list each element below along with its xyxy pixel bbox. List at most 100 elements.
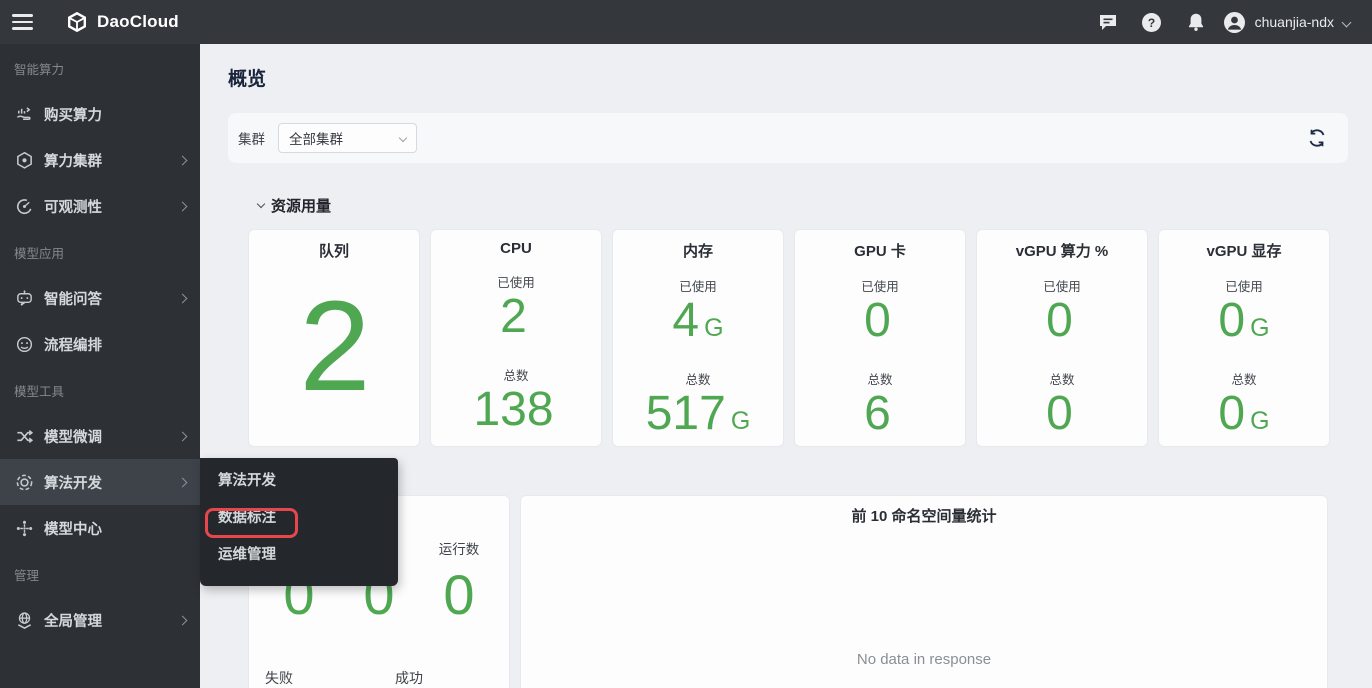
- user-menu[interactable]: chuanjia-ndx: [1223, 11, 1350, 34]
- used-label: 已使用: [795, 276, 965, 295]
- sidebar-item-label: 算力集群: [44, 150, 102, 171]
- total-value: 138: [431, 386, 601, 434]
- sidebar-section-model-apps: 模型应用: [0, 229, 200, 275]
- total-value: 6: [795, 390, 965, 438]
- used-value: 4G: [613, 297, 783, 345]
- svg-text:?: ?: [1148, 16, 1155, 30]
- total-label: 总数: [795, 369, 965, 388]
- daocloud-logo-icon: [66, 11, 88, 33]
- used-value: 2: [431, 293, 601, 341]
- submenu-item-ops-management[interactable]: 运维管理: [200, 535, 398, 572]
- smart-qa-icon: [15, 289, 34, 308]
- total-label: 总数: [1159, 369, 1329, 388]
- chevron-right-icon: [178, 477, 188, 487]
- sidebar-item-buy-compute[interactable]: 购买算力: [0, 91, 200, 137]
- menu-toggle-icon[interactable]: [12, 6, 44, 38]
- chevron-right-icon: [178, 431, 188, 441]
- cluster-select[interactable]: 全部集群: [278, 123, 417, 153]
- total-value: 517G: [613, 390, 783, 438]
- sidebar-section-management: 管理: [0, 551, 200, 597]
- page-title: 概览: [228, 64, 1348, 91]
- chart-title: 前 10 命名空间量统计: [521, 505, 1327, 526]
- submenu-item-data-annotation[interactable]: 数据标注: [200, 498, 398, 535]
- card-title: 队列: [249, 240, 419, 261]
- cluster-filter-bar: 集群 全部集群: [228, 113, 1348, 163]
- sidebar-item-observability[interactable]: 可观测性: [0, 183, 200, 229]
- buy-compute-icon: [15, 105, 34, 124]
- card-title: CPU: [431, 240, 601, 257]
- sidebar-item-label: 算法开发: [44, 472, 102, 493]
- algorithm-dev-icon: [15, 473, 34, 492]
- collapse-chevron-icon: [257, 200, 265, 208]
- used-value: 0G: [1159, 297, 1329, 345]
- brand-logo[interactable]: DaoCloud: [66, 11, 179, 33]
- workflow-icon: [15, 335, 34, 354]
- refresh-button[interactable]: [1306, 127, 1328, 149]
- card-vgpu-memory: vGPU 显存 已使用 0G 总数 0G: [1158, 229, 1330, 447]
- namespace-stats-chart-card: 前 10 命名空间量统计 No data in response: [520, 495, 1328, 688]
- card-title: GPU 卡: [795, 240, 965, 261]
- success-label: 成功: [395, 668, 423, 688]
- card-title: vGPU 算力 %: [977, 240, 1147, 261]
- cluster-filter-label: 集群: [238, 128, 265, 148]
- sidebar-item-model-center[interactable]: 模型中心: [0, 505, 200, 551]
- algorithm-dev-submenu: 算法开发 数据标注 运维管理: [200, 458, 398, 586]
- used-label: 已使用: [431, 272, 601, 291]
- chart-empty-message: No data in response: [521, 651, 1327, 668]
- queue-value: 2: [249, 283, 419, 411]
- brand-name: DaoCloud: [97, 12, 179, 32]
- chevron-right-icon: [178, 201, 188, 211]
- observability-icon: [15, 197, 34, 216]
- sidebar: 智能算力 购买算力 算力集群 可观测性 模型应用 智能问答 流程编排 模型工具 …: [0, 44, 200, 688]
- total-label: 总数: [977, 369, 1147, 388]
- chevron-right-icon: [178, 615, 188, 625]
- total-label: 总数: [613, 369, 783, 388]
- sidebar-item-label: 全局管理: [44, 610, 102, 631]
- card-title: vGPU 显存: [1159, 240, 1329, 261]
- section-title: 资源用量: [271, 195, 331, 216]
- sidebar-item-smart-qa[interactable]: 智能问答: [0, 275, 200, 321]
- task-value: 0: [419, 564, 499, 626]
- username: chuanjia-ndx: [1255, 14, 1334, 30]
- chevron-down-icon: [1342, 17, 1352, 27]
- chevron-down-icon: [399, 134, 407, 142]
- used-value: 0: [977, 297, 1147, 345]
- running-count-label: 运行数: [419, 538, 499, 558]
- sidebar-section-smart-compute: 智能算力: [0, 45, 200, 91]
- help-icon[interactable]: ?: [1135, 5, 1169, 39]
- sidebar-item-algorithm-dev[interactable]: 算法开发: [0, 459, 200, 505]
- cluster-select-value: 全部集群: [289, 128, 343, 148]
- chat-icon[interactable]: [1091, 5, 1125, 39]
- card-vgpu-compute: vGPU 算力 % 已使用 0 总数 0: [976, 229, 1148, 447]
- sidebar-item-label: 流程编排: [44, 334, 102, 355]
- global-management-icon: [15, 611, 34, 630]
- total-label: 总数: [431, 365, 601, 384]
- card-cpu: CPU 已使用 2 总数 138: [430, 229, 602, 447]
- card-gpu: GPU 卡 已使用 0 总数 6: [794, 229, 966, 447]
- sidebar-item-global-management[interactable]: 全局管理: [0, 597, 200, 643]
- sidebar-item-workflow[interactable]: 流程编排: [0, 321, 200, 367]
- failed-label: 失败: [265, 668, 293, 688]
- topbar: DaoCloud ? chuanjia-ndx: [0, 0, 1372, 44]
- chevron-right-icon: [178, 293, 188, 303]
- notification-bell-icon[interactable]: [1179, 5, 1213, 39]
- chevron-right-icon: [178, 155, 188, 165]
- card-title: 内存: [613, 240, 783, 261]
- card-queue: 队列 2: [248, 229, 420, 447]
- avatar-icon: [1223, 11, 1246, 34]
- sidebar-item-model-finetune[interactable]: 模型微调: [0, 413, 200, 459]
- total-value: 0: [977, 390, 1147, 438]
- sidebar-item-label: 模型微调: [44, 426, 102, 447]
- total-value: 0G: [1159, 390, 1329, 438]
- used-label: 已使用: [1159, 276, 1329, 295]
- resource-usage-section-toggle[interactable]: 资源用量: [258, 195, 1330, 216]
- sidebar-item-compute-cluster[interactable]: 算力集群: [0, 137, 200, 183]
- resource-cards: 队列 2 CPU 已使用 2 总数 138 内存 已使用 4G 总数 517G …: [248, 229, 1330, 447]
- sidebar-item-label: 模型中心: [44, 518, 102, 539]
- compute-cluster-icon: [15, 151, 34, 170]
- sidebar-item-label: 购买算力: [44, 104, 102, 125]
- used-label: 已使用: [977, 276, 1147, 295]
- model-finetune-icon: [15, 427, 34, 446]
- submenu-item-algorithm-dev[interactable]: 算法开发: [200, 461, 398, 498]
- sidebar-item-label: 智能问答: [44, 288, 102, 309]
